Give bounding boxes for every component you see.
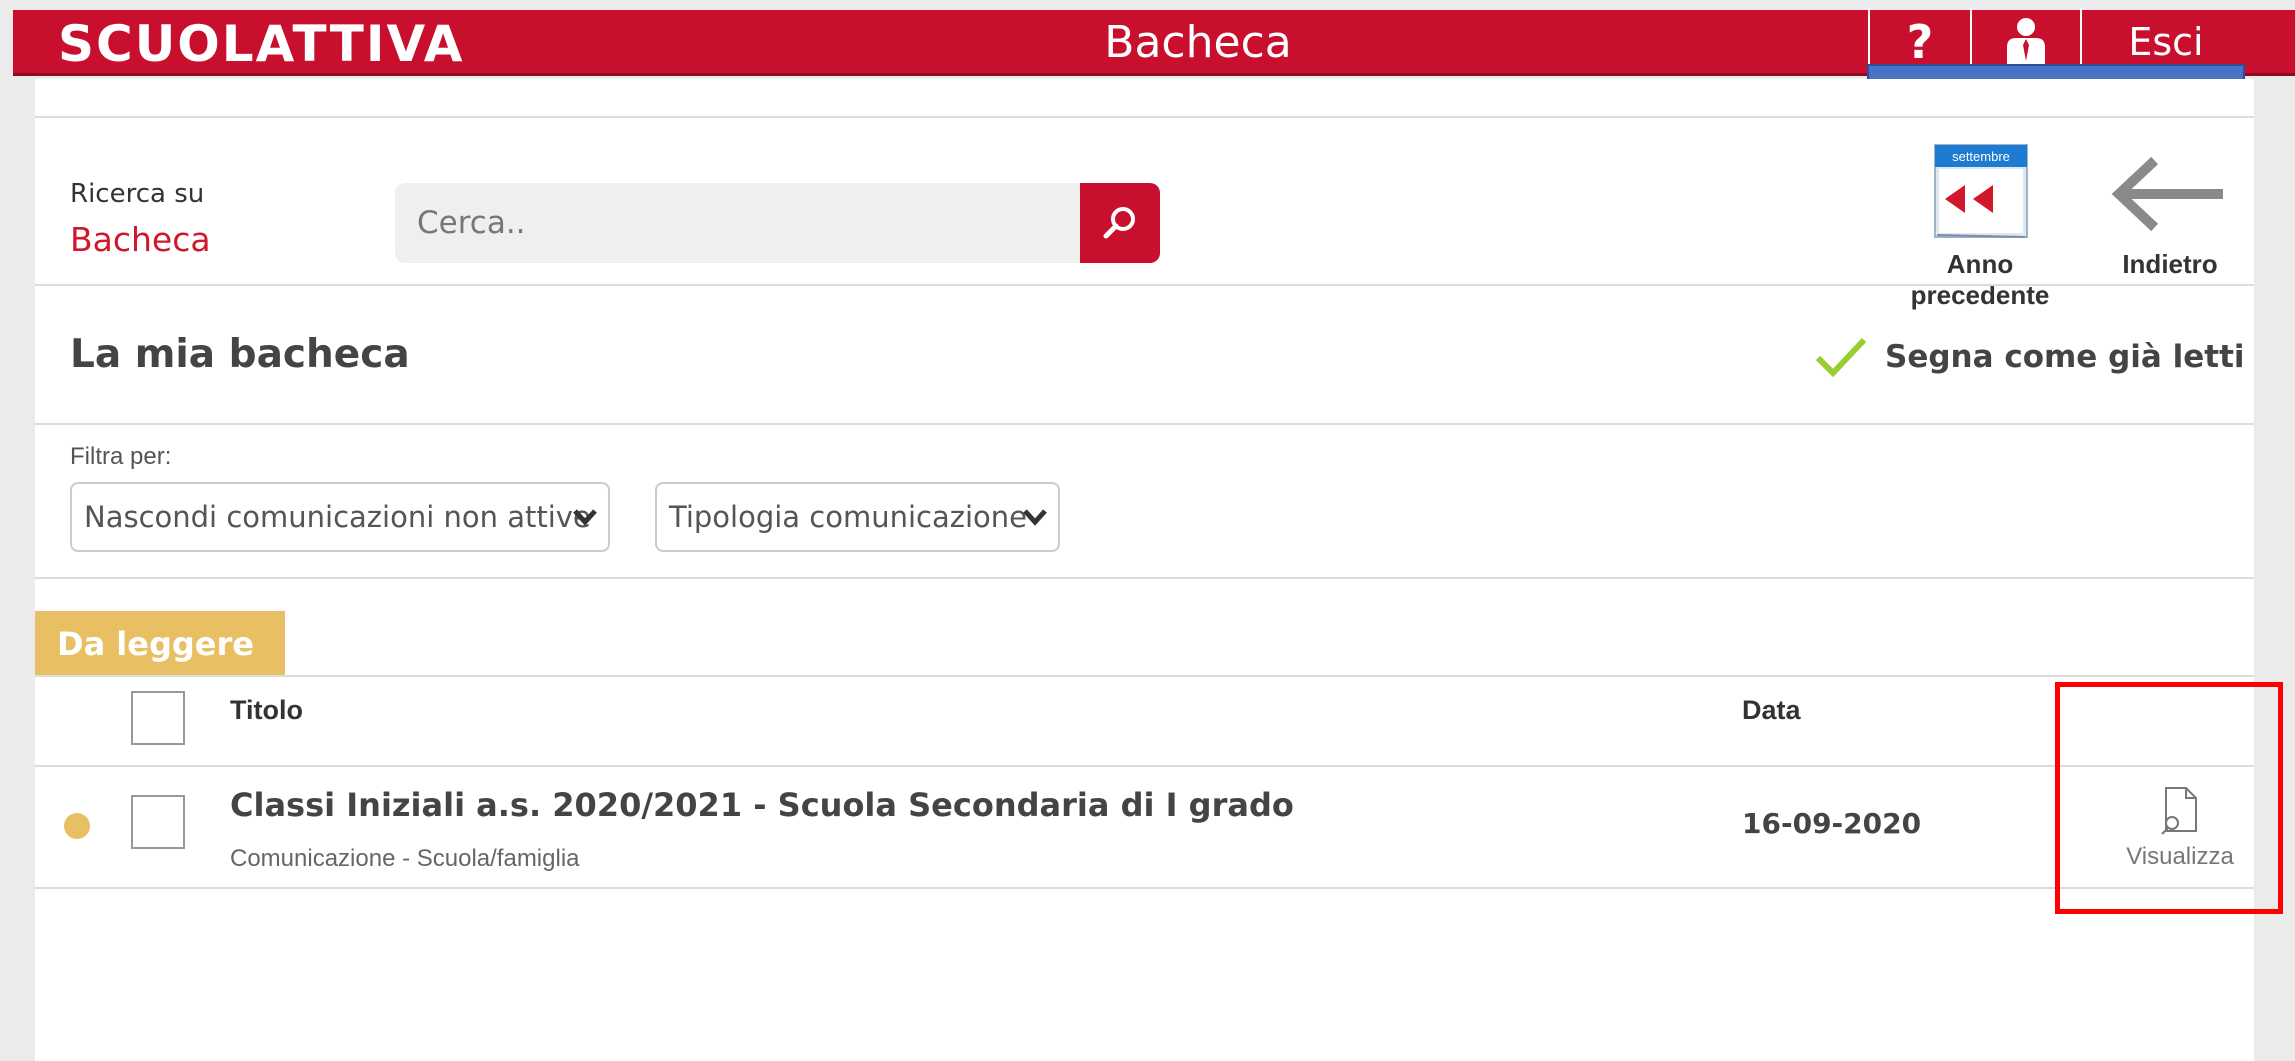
column-header-date: Data <box>1742 695 1801 725</box>
column-header-title: Titolo <box>230 695 303 725</box>
search-label-small: Ricerca su <box>70 179 205 209</box>
divider <box>35 577 2254 579</box>
notice-title[interactable]: Classi Iniziali a.s. 2020/2021 - Scuola … <box>230 786 1294 824</box>
arrow-left-icon <box>2111 156 2223 232</box>
table-top-border <box>35 675 2254 677</box>
table-row-border <box>35 887 2254 889</box>
type-filter-value: Tipologia comunicazione <box>669 500 1027 534</box>
visibility-filter-select[interactable]: Nascondi comunicazioni non attive <box>70 482 610 552</box>
divider <box>35 116 2254 118</box>
row-checkbox[interactable] <box>131 795 185 849</box>
search-label-section: Bacheca <box>70 220 211 259</box>
board-title: La mia bacheca <box>70 332 410 377</box>
chevron-down-icon <box>1023 509 1047 526</box>
select-all-checkbox[interactable] <box>131 691 185 745</box>
notice-date: 16-09-2020 <box>1742 807 1922 840</box>
divider <box>35 423 2254 425</box>
user-icon <box>2007 18 2045 65</box>
calendar-rewind-icon: settembre <box>1934 144 2028 238</box>
divider <box>35 284 2254 286</box>
notice-category: Comunicazione - Scuola/famiglia <box>230 845 580 872</box>
previous-year-label: Anno precedente <box>1910 249 2050 310</box>
previous-year-button[interactable]: settembre Anno precedente <box>1875 141 2085 310</box>
unread-indicator <box>64 813 90 839</box>
chevron-down-icon <box>573 509 597 526</box>
back-label: Indietro <box>2122 249 2218 279</box>
mark-as-read-button[interactable]: Segna come già letti <box>1815 332 2245 382</box>
search-input[interactable] <box>395 183 1084 263</box>
search-icon <box>1103 207 1135 239</box>
calendar-month-label: settembre <box>1952 149 2010 164</box>
table-header-border <box>35 765 2254 767</box>
page: SCUOLATTIVA Bacheca ? Esci Ricerca su Ba… <box>0 0 2295 1061</box>
mark-as-read-label: Segna come già letti <box>1885 339 2245 375</box>
main-content: Ricerca su Bacheca settembre Anno preced… <box>35 79 2254 1061</box>
visibility-filter-value: Nascondi comunicazioni non attive <box>84 500 591 534</box>
filter-label: Filtra per: <box>70 443 172 470</box>
tab-to-read[interactable]: Da leggere <box>35 611 285 677</box>
check-icon <box>1815 337 1867 378</box>
type-filter-select[interactable]: Tipologia comunicazione <box>655 482 1060 552</box>
back-button[interactable]: Indietro <box>2105 154 2235 281</box>
highlight-annotation <box>2055 682 2283 914</box>
search-button[interactable] <box>1080 183 1160 263</box>
